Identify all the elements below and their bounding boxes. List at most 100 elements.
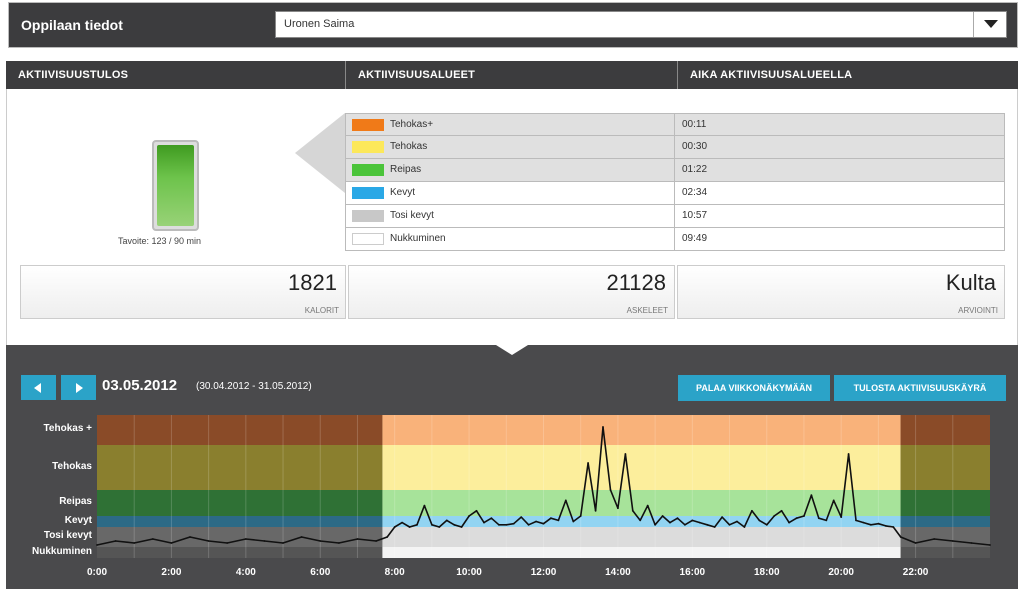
activity-point xyxy=(151,538,154,540)
activity-point xyxy=(338,542,340,544)
activity-point xyxy=(646,504,649,507)
zone-row: Nukkuminen 09:49 xyxy=(345,228,1005,251)
activity-point xyxy=(765,523,768,526)
zone-time: 09:49 xyxy=(682,233,708,244)
arrow-left-icon xyxy=(34,383,41,393)
header-activity-result: AKTIIVISUUSTULOS xyxy=(6,61,345,89)
header-divider xyxy=(345,61,346,89)
chart-band-night xyxy=(900,415,990,445)
chart-band-night xyxy=(97,415,383,445)
zone-time: 00:11 xyxy=(682,119,707,130)
x-axis-label: 22:00 xyxy=(902,567,929,578)
chart-date: 03.05.2012 xyxy=(102,377,178,394)
activity-point xyxy=(520,516,523,518)
activity-point xyxy=(870,523,872,526)
activity-point xyxy=(758,519,761,522)
activity-point xyxy=(319,540,322,542)
activity-point xyxy=(498,523,500,526)
activity-point xyxy=(375,540,377,542)
activity-point xyxy=(855,519,857,522)
activity-point xyxy=(550,517,552,520)
zone-time: 02:34 xyxy=(682,187,708,198)
activity-point xyxy=(624,453,627,455)
zone-row: Kevyt 02:34 xyxy=(345,182,1005,205)
activity-point xyxy=(505,523,508,526)
activity-point xyxy=(207,540,210,542)
zone-color-swatch xyxy=(352,233,384,245)
activity-point xyxy=(810,494,813,497)
y-axis-label: Kevyt xyxy=(64,514,92,526)
activity-point xyxy=(438,526,441,528)
activity-point xyxy=(780,509,783,512)
activity-point xyxy=(751,509,753,512)
activity-point xyxy=(527,523,530,526)
activity-point xyxy=(914,542,917,544)
activity-point xyxy=(468,515,470,517)
activity-point xyxy=(393,526,396,528)
y-axis-label: Tehokas + xyxy=(43,423,92,434)
activity-point xyxy=(743,526,746,528)
zone-name: Tosi kevyt xyxy=(390,210,434,221)
activity-point xyxy=(631,509,634,512)
print-activity-curve-button[interactable]: TULOSTA AKTIIVISUUSKÄYRÄ xyxy=(834,375,1006,401)
prev-day-button[interactable] xyxy=(21,375,56,400)
zone-divider xyxy=(674,159,675,181)
activity-point xyxy=(617,507,619,510)
zone-time: 00:30 xyxy=(682,141,708,152)
chevron-down-icon[interactable] xyxy=(973,12,1006,37)
callout-arrow xyxy=(295,113,345,193)
header-time-in-zone: AIKA AKTIIVISUUSALUEELLA xyxy=(678,61,1018,89)
zone-divider xyxy=(674,205,675,227)
rating-box: Kulta ARVIOINTI xyxy=(677,265,1005,319)
activity-point xyxy=(817,517,820,520)
activity-point xyxy=(840,516,843,518)
activity-point xyxy=(721,516,723,518)
student-select[interactable]: Uronen Saima xyxy=(275,11,1007,38)
calories-box: 1821 KALORIT xyxy=(20,265,346,319)
zones-table: Tehokas+ 00:11 Tehokas 00:30 Reipas 01:22 Kevy… xyxy=(345,113,1005,251)
activity-point xyxy=(587,462,589,464)
next-day-button[interactable] xyxy=(61,375,96,400)
activity-point xyxy=(356,538,359,540)
activity-point xyxy=(96,544,98,546)
steps-box: 21128 ASKELEET xyxy=(348,265,675,319)
activity-point xyxy=(684,523,686,526)
activity-point xyxy=(951,540,954,542)
zone-color-swatch xyxy=(352,187,384,199)
steps-value: 21128 xyxy=(606,270,666,295)
zone-color-swatch xyxy=(352,119,384,131)
zone-time: 01:22 xyxy=(682,164,708,175)
activity-point xyxy=(803,515,805,517)
student-select-value: Uronen Saima xyxy=(284,18,355,30)
activity-point xyxy=(639,519,642,522)
zone-row: Tosi kevyt 10:57 xyxy=(345,205,1005,228)
zone-row: Reipas 01:22 xyxy=(345,159,1005,182)
y-axis-label: Nukkuminen xyxy=(31,545,92,557)
activity-point xyxy=(263,540,266,542)
zone-divider xyxy=(674,114,675,136)
week-view-button[interactable]: PALAA VIIKKONÄKYMÄÄN xyxy=(678,375,830,401)
activity-point xyxy=(423,504,426,507)
activity-point xyxy=(989,544,991,546)
x-axis-label: 12:00 xyxy=(530,567,557,578)
activity-chart xyxy=(96,415,991,558)
zone-divider xyxy=(674,182,675,204)
activity-point xyxy=(795,517,798,520)
chart-band-day xyxy=(382,445,901,490)
activity-point xyxy=(445,519,448,522)
activity-point xyxy=(594,509,597,512)
zone-color-swatch xyxy=(352,210,384,222)
chart-band-day xyxy=(382,490,901,516)
activity-point xyxy=(386,536,389,538)
activity-point xyxy=(609,489,612,491)
y-axis-label: Reipas xyxy=(59,496,92,507)
zone-time: 10:57 xyxy=(682,210,708,221)
activity-point xyxy=(189,536,191,538)
activity-point xyxy=(698,521,701,524)
goal-text: Tavoite: 123 / 90 min xyxy=(118,236,202,246)
rating-value: Kulta xyxy=(945,270,996,295)
x-axis-label: 0:00 xyxy=(86,567,107,578)
activity-point xyxy=(933,538,936,540)
zone-name: Nukkuminen xyxy=(390,233,446,244)
zone-divider xyxy=(674,136,675,158)
